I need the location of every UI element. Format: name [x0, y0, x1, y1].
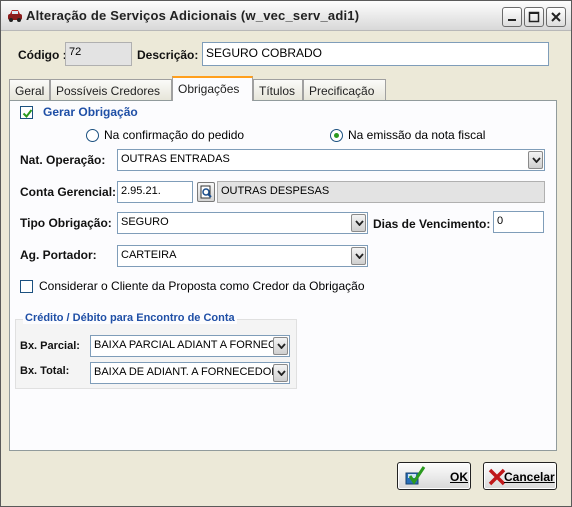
bx-total-select[interactable]: BAIXA DE ADIANT. A FORNECEDOR — [90, 362, 290, 384]
gerar-obrigacao-label[interactable]: Gerar Obrigação — [43, 105, 138, 119]
car-icon — [8, 10, 22, 22]
credito-debito-group-title: Crédito / Débito para Encontro de Conta — [23, 312, 237, 324]
ok-check-icon — [405, 466, 426, 485]
tab-label: Possíveis Credores — [56, 84, 161, 98]
gerar-obrigacao-checkbox[interactable] — [20, 106, 33, 119]
tab-geral[interactable]: Geral — [9, 79, 50, 101]
tab-label: Títulos — [259, 84, 296, 98]
tab-precificacao[interactable]: Precificação — [303, 79, 386, 101]
radio-emissao-nota-fiscal-label[interactable]: Na emissão da nota fiscal — [348, 128, 485, 142]
chevron-down-icon — [355, 253, 364, 259]
nat-operacao-select[interactable]: OUTRAS ENTRADAS — [117, 149, 545, 171]
ag-portador-select[interactable]: CARTEIRA — [117, 245, 368, 267]
cancel-button[interactable]: Cancelar — [483, 462, 557, 490]
minimize-icon — [508, 19, 516, 21]
dropdown-arrow-button[interactable] — [351, 214, 366, 232]
tab-label: Obrigações — [178, 82, 240, 96]
bx-total-value: BAIXA DE ADIANT. A FORNECEDOR — [94, 366, 280, 378]
dias-vencimento-label: Dias de Vencimento: — [373, 217, 491, 231]
tab-obrigacoes[interactable]: Obrigações — [172, 76, 253, 101]
window-title: Alteração de Serviços Adicionais (w_vec_… — [26, 8, 360, 23]
tab-titulos[interactable]: Títulos — [253, 79, 303, 101]
bx-parcial-value: BAIXA PARCIAL ADIANT A FORNEC — [94, 339, 276, 351]
chevron-down-icon — [532, 157, 541, 163]
chevron-down-icon — [355, 220, 364, 226]
maximize-button[interactable] — [524, 7, 544, 27]
radio-selected-dot — [334, 133, 339, 138]
checkmark-icon — [22, 109, 33, 119]
radio-confirmacao-pedido[interactable] — [86, 129, 99, 142]
ok-button-label: OK — [450, 470, 468, 484]
tab-possiveis-credores[interactable]: Possíveis Credores — [50, 79, 172, 101]
close-window-button[interactable] — [546, 7, 566, 27]
tipo-obrigacao-label: Tipo Obrigação: — [20, 216, 112, 230]
dropdown-arrow-button[interactable] — [273, 364, 288, 382]
ag-portador-label: Ag. Portador: — [20, 248, 97, 262]
tipo-obrigacao-value: SEGURO — [121, 216, 169, 228]
radio-confirmacao-pedido-label[interactable]: Na confirmação do pedido — [104, 128, 244, 142]
dropdown-arrow-button[interactable] — [273, 337, 288, 355]
bx-parcial-select[interactable]: BAIXA PARCIAL ADIANT A FORNEC — [90, 335, 290, 357]
codigo-label: Código : — [18, 48, 67, 62]
descricao-label: Descrição: — [137, 48, 199, 62]
nat-operacao-value: OUTRAS ENTRADAS — [121, 153, 230, 165]
close-icon — [551, 12, 561, 22]
maximize-icon — [528, 11, 540, 23]
descricao-field[interactable]: SEGURO COBRADO — [202, 42, 549, 66]
dias-vencimento-field[interactable]: 0 — [493, 211, 544, 233]
considerar-cliente-checkbox[interactable] — [20, 280, 33, 293]
conta-gerencial-code-field[interactable]: 2.95.21. — [117, 181, 193, 203]
bx-total-label: Bx. Total: — [20, 365, 70, 377]
chevron-down-icon — [277, 370, 286, 376]
tab-label: Geral — [15, 84, 45, 98]
ok-button[interactable]: OK — [397, 462, 471, 490]
dialog-window: Alteração de Serviços Adicionais (w_vec_… — [0, 0, 572, 507]
bx-parcial-label: Bx. Parcial: — [20, 340, 80, 352]
conta-gerencial-lookup-button[interactable] — [197, 182, 215, 202]
radio-emissao-nota-fiscal[interactable] — [330, 129, 343, 142]
cancel-button-label: Cancelar — [504, 470, 555, 484]
considerar-cliente-label[interactable]: Considerar o Cliente da Proposta como Cr… — [39, 279, 365, 293]
dropdown-arrow-button[interactable] — [528, 151, 543, 169]
minimize-button[interactable] — [502, 7, 522, 27]
conta-gerencial-desc-field: OUTRAS DESPESAS — [217, 181, 545, 203]
ag-portador-value: CARTEIRA — [121, 249, 177, 261]
dropdown-arrow-button[interactable] — [351, 247, 366, 265]
conta-gerencial-label: Conta Gerencial: — [20, 185, 117, 199]
tab-label: Precificação — [309, 84, 375, 98]
codigo-field: 72 — [65, 42, 132, 66]
chevron-down-icon — [277, 343, 286, 349]
nat-operacao-label: Nat. Operação: — [20, 153, 106, 167]
tipo-obrigacao-select[interactable]: SEGURO — [117, 212, 368, 234]
lookup-icon — [200, 185, 212, 199]
title-bar[interactable]: Alteração de Serviços Adicionais (w_vec_… — [1, 1, 571, 31]
